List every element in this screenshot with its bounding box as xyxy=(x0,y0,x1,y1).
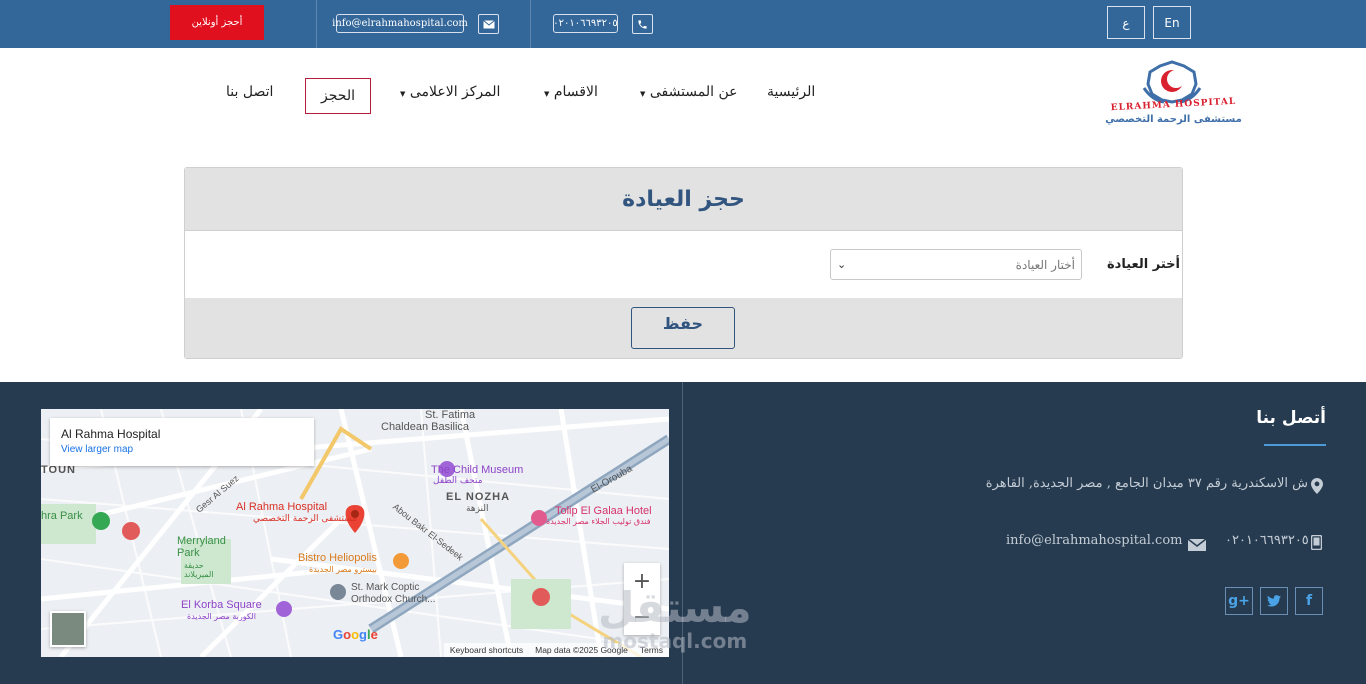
save-button[interactable]: حفظ xyxy=(631,307,735,349)
nav-departments-label: الاقسام xyxy=(553,84,598,100)
footer-email[interactable]: info@elrahmahospital.com xyxy=(1006,533,1182,548)
lang-arabic-button[interactable]: ع xyxy=(1107,6,1145,39)
map-label: Bistro Heliopolis xyxy=(298,552,377,564)
top-bar: أحجز أونلاين info@elrahmahospital.com ٠٢… xyxy=(0,0,1366,48)
nav-media-label: المركز الاعلامى xyxy=(409,84,501,100)
panel-title: حجز العيادة xyxy=(185,168,1182,231)
map-label: Tolip El Galaa Hotel xyxy=(555,505,652,517)
mobile-icon xyxy=(1310,534,1323,554)
map-place-name: Al Rahma Hospital xyxy=(61,427,161,441)
footer: St. Fatima Chaldean Basilica The Child M… xyxy=(0,382,1366,684)
clinic-label: أختر العيادة xyxy=(1107,257,1180,272)
map-label: hra Park xyxy=(41,510,83,522)
booking-panel: حجز العيادة أختر العيادة ⌄ أختار العيادة… xyxy=(184,167,1183,359)
nav-booking[interactable]: الحجز xyxy=(305,78,371,114)
nav-home[interactable]: الرئيسية xyxy=(767,84,815,100)
map-label: حديقة الميريلاند xyxy=(184,561,214,579)
map-label: Al Rahma Hospital xyxy=(236,501,328,513)
chevron-down-icon: ⌄ xyxy=(837,258,847,271)
clinic-select-value: أختار العيادة xyxy=(1015,257,1075,272)
map-label: The Child Museum xyxy=(431,464,524,476)
map-label: بيسترو مصر الجديدة xyxy=(309,565,377,574)
map-label: فندق توليب الجلاء مصر الجديدة xyxy=(546,517,651,526)
top-phone[interactable]: ٠٢٠١٠٦٦٩٣٢٠٥ xyxy=(553,14,618,33)
title-underline xyxy=(1264,444,1326,446)
nav-media[interactable]: ▼ المركز الاعلامى xyxy=(400,84,500,100)
chevron-down-icon: ▼ xyxy=(544,90,550,98)
contact-title: أتصل بنا xyxy=(1256,408,1326,428)
map-label: Chaldean Basilica xyxy=(381,421,470,433)
location-pin-icon xyxy=(1311,478,1323,498)
map-label: St. Fatima xyxy=(425,409,476,421)
envelope-icon xyxy=(1187,536,1207,555)
footer-phone: ٠٢٠١٠٦٦٩٣٢٠٥ xyxy=(1225,533,1309,548)
envelope-icon xyxy=(478,14,499,34)
logo-text-ar: مستشفى الرحمة التخصصي xyxy=(1105,114,1242,125)
watermark-text: مستقل xyxy=(598,583,752,632)
nav-contact[interactable]: اتصل بنا xyxy=(226,84,273,100)
nav-about[interactable]: ▼ عن المستشفى xyxy=(640,84,738,100)
map-label: متحف الطفل xyxy=(433,476,483,486)
map-label: مستشفى الرحمة التخصصي xyxy=(253,514,358,524)
map-label: St. Mark Coptic Orthodox Church... xyxy=(351,582,436,605)
footer-address: ش الاسكندرية رقم ٣٧ ميدان الجامع , مصر ا… xyxy=(985,476,1308,491)
chevron-down-icon: ▼ xyxy=(400,90,406,98)
watermark-url: mostaql.com xyxy=(602,629,748,653)
watermark: مستقل mostaql.com xyxy=(598,583,752,653)
google-map[interactable]: St. Fatima Chaldean Basilica The Child M… xyxy=(41,409,669,657)
google-plus-icon[interactable]: g+ xyxy=(1225,587,1253,615)
chevron-down-icon: ▼ xyxy=(640,90,646,98)
map-layer-toggle[interactable] xyxy=(50,611,86,647)
map-label: EL NOZHA xyxy=(446,491,511,503)
map-info-card: Al Rahma Hospital View larger map xyxy=(50,418,314,466)
twitter-icon[interactable] xyxy=(1260,587,1288,615)
nav-about-label: عن المستشفى xyxy=(649,84,738,100)
map-label: Merryland Park xyxy=(177,535,226,560)
lang-english-button[interactable]: En xyxy=(1153,6,1191,39)
view-larger-map-link[interactable]: View larger map xyxy=(61,444,303,455)
panel-footer: حفظ xyxy=(185,298,1182,358)
map-label: El Korba Square xyxy=(181,599,262,611)
nav-departments[interactable]: ▼ الاقسام xyxy=(544,84,598,100)
top-email[interactable]: info@elrahmahospital.com xyxy=(332,14,468,33)
phone-icon xyxy=(632,14,653,34)
map-label: الكوربة مصر الجديدة xyxy=(187,612,256,621)
hospital-logo[interactable]: ELRAHMA HOSPITAL مستشفى الرحمة التخصصي xyxy=(1100,58,1245,134)
google-logo: Google xyxy=(333,627,378,642)
facebook-icon[interactable]: f xyxy=(1295,587,1323,615)
divider xyxy=(316,0,317,48)
map-label: النزهة xyxy=(466,504,489,514)
clinic-select[interactable]: ⌄ أختار العيادة xyxy=(830,249,1082,280)
divider xyxy=(530,0,531,48)
book-online-button[interactable]: أحجز أونلاين xyxy=(170,5,264,40)
keyboard-shortcuts-link[interactable]: Keyboard shortcuts xyxy=(450,645,523,655)
